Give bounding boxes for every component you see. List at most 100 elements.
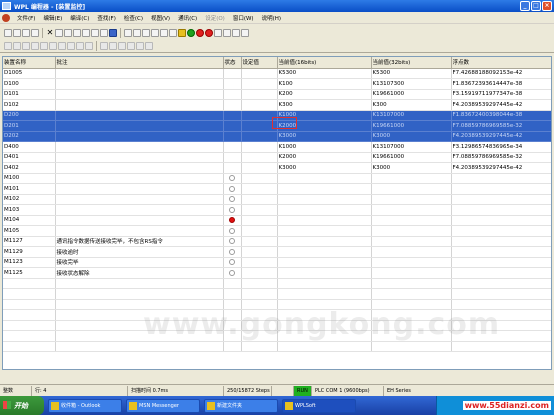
table-row[interactable]: M100 [3, 173, 551, 184]
table-row[interactable]: D400 K1000 K13107000 F3.12986574836965e-34 [3, 141, 551, 153]
help-icon[interactable] [241, 28, 249, 37]
cell-comment[interactable] [55, 78, 224, 90]
cell-device[interactable]: D1005 [3, 68, 56, 79]
cell-device[interactable] [3, 320, 56, 331]
status-cell[interactable] [223, 152, 242, 163]
cell-device[interactable] [3, 330, 56, 342]
hline-icon[interactable] [58, 42, 66, 50]
cell-v16[interactable]: K300 [277, 99, 372, 111]
table-row[interactable] [3, 288, 551, 300]
cell-v32[interactable]: K13107000 [371, 110, 452, 121]
status-cell[interactable] [223, 183, 242, 195]
print-icon[interactable] [31, 28, 39, 37]
cell-v16[interactable] [277, 194, 372, 205]
menu-compile[interactable]: 编译(C) [66, 14, 93, 22]
cell-v16[interactable] [277, 215, 372, 226]
status-cell[interactable] [223, 99, 242, 111]
contact-f-icon[interactable] [31, 42, 39, 50]
table-row[interactable]: D202 K3000 K3000 F4.20389539297445e-42 [3, 131, 551, 142]
cell-float[interactable]: F3.15919711977347e-38 [451, 89, 551, 100]
delete-row-icon[interactable] [109, 42, 117, 50]
start-button[interactable]: 开始 [0, 396, 44, 415]
cell-float[interactable]: F4.20389539297445e-42 [451, 162, 551, 174]
cell-v32[interactable] [371, 173, 452, 184]
cell-comment[interactable]: 接收完毕 [55, 257, 224, 268]
cell-setting[interactable] [241, 194, 278, 205]
cell-float[interactable]: F7.08859786969585e-32 [451, 120, 551, 132]
cell-float[interactable] [451, 194, 551, 205]
cell-device[interactable]: M102 [3, 194, 56, 205]
cell-comment[interactable]: 通讯指令数据传送接收完毕，不包含RS指令 [55, 236, 224, 247]
cell-v16[interactable]: K3000 [277, 131, 372, 142]
column-header[interactable]: 装置名称 [3, 57, 56, 69]
cell-setting[interactable] [241, 78, 278, 90]
cell-float[interactable] [451, 236, 551, 247]
table-row[interactable]: M103 [3, 204, 551, 216]
invert-icon[interactable] [85, 42, 93, 50]
cell-comment[interactable] [55, 225, 224, 237]
status-cell[interactable] [223, 341, 242, 352]
status-cell[interactable] [223, 89, 242, 100]
monitor-start-icon[interactable] [178, 28, 186, 37]
cell-device[interactable]: D402 [3, 162, 56, 174]
cell-comment[interactable] [55, 110, 224, 121]
cell-v32[interactable] [371, 204, 452, 216]
column-header[interactable]: 浮点数 [451, 57, 551, 69]
cell-v16[interactable] [277, 236, 372, 247]
cell-v16[interactable] [277, 204, 372, 216]
cell-device[interactable]: M1125 [3, 267, 56, 279]
cell-device[interactable]: M1127 [3, 236, 56, 247]
cell-device[interactable]: D100 [3, 78, 56, 90]
cell-v32[interactable]: K3000 [371, 162, 452, 174]
cell-v32[interactable] [371, 236, 452, 247]
insert-row-icon[interactable] [100, 42, 108, 50]
cell-v16[interactable] [277, 341, 372, 352]
cell-float[interactable]: F1.83672393614447e-38 [451, 78, 551, 90]
table-row[interactable]: M1129 接收逾时 [3, 246, 551, 258]
table-row[interactable]: M104 [3, 215, 551, 226]
cell-device[interactable]: D401 [3, 152, 56, 163]
menu-options[interactable]: 设定(O) [201, 14, 229, 22]
cell-setting[interactable] [241, 246, 278, 258]
cell-v16[interactable] [277, 278, 372, 289]
status-cell[interactable] [223, 246, 242, 258]
online-edit-icon[interactable] [214, 28, 222, 37]
cell-v32[interactable] [371, 257, 452, 268]
cell-device[interactable] [3, 299, 56, 310]
cell-v32[interactable]: K13107000 [371, 141, 452, 153]
cell-v32[interactable] [371, 183, 452, 195]
status-cell[interactable] [223, 68, 242, 79]
table-row[interactable]: D101 K200 K19661000 F3.15919711977347e-38 [3, 89, 551, 100]
comment-icon[interactable] [118, 42, 126, 50]
cell-v32[interactable]: K3000 [371, 131, 452, 142]
status-cell[interactable] [223, 173, 242, 184]
find-icon[interactable] [82, 28, 90, 37]
cell-device[interactable]: M103 [3, 204, 56, 216]
cell-device[interactable] [3, 288, 56, 300]
column-header[interactable]: 状态 [223, 57, 242, 69]
cell-setting[interactable] [241, 267, 278, 279]
cell-v32[interactable]: K19661000 [371, 152, 452, 163]
status-cell[interactable] [223, 162, 242, 174]
cell-comment[interactable] [55, 162, 224, 174]
cell-v32[interactable] [371, 246, 452, 258]
cell-v16[interactable]: K1000 [277, 141, 372, 153]
cell-v32[interactable]: K300 [371, 99, 452, 111]
cell-setting[interactable] [241, 278, 278, 289]
table-row[interactable]: D100 K100 K13107300 F1.83672393614447e-38 [3, 78, 551, 90]
paste-icon[interactable] [64, 28, 72, 37]
column-header[interactable]: 当前值(16bits) [277, 57, 372, 69]
cell-v16[interactable] [277, 225, 372, 237]
table-row[interactable]: M1123 接收完毕 [3, 257, 551, 268]
cell-setting[interactable] [241, 204, 278, 216]
cell-device[interactable]: D202 [3, 131, 56, 142]
cell-comment[interactable] [55, 204, 224, 216]
function-icon[interactable] [49, 42, 57, 50]
menu-edit[interactable]: 编辑(E) [39, 14, 66, 22]
cell-comment[interactable] [55, 99, 224, 111]
maximize-button[interactable]: □ [531, 1, 541, 11]
taskbar-item-msn[interactable]: MSN Messenger [126, 398, 200, 413]
menu-file[interactable]: 文件(F) [13, 14, 39, 22]
cell-v32[interactable] [371, 225, 452, 237]
cell-float[interactable] [451, 183, 551, 195]
